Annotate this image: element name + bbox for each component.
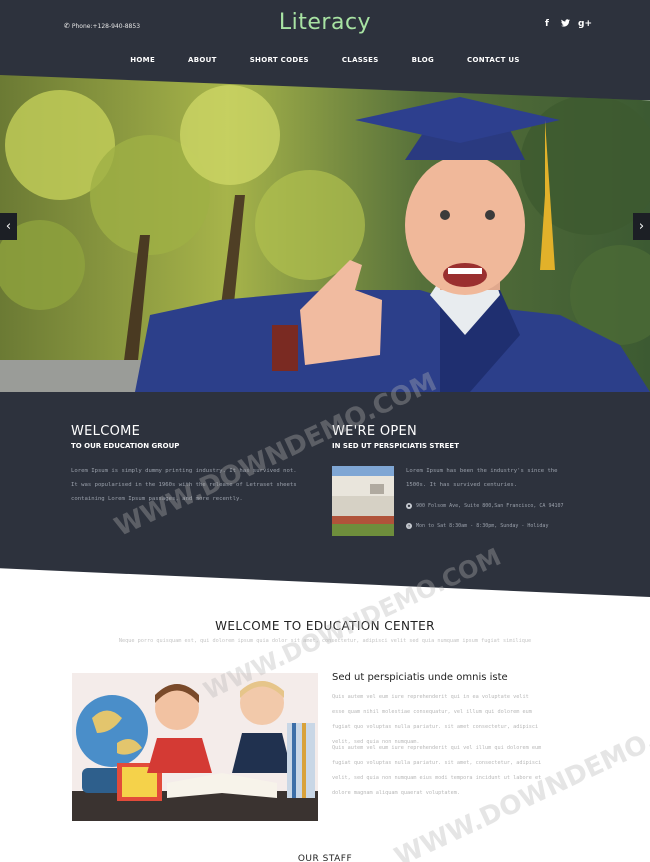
nav-blog[interactable]: BLOG [412, 56, 434, 64]
paragraph-line: Quis autem vel eum iure reprehenderit qu… [332, 745, 542, 751]
facebook-icon[interactable]: f [542, 19, 552, 30]
open-subtitle: IN SED UT PERSPICIATIS STREET [332, 442, 459, 450]
open-text: Lorem Ipsum has been the industry's sinc… [406, 464, 558, 492]
section-subtitle: Neque porro quisquam est, qui dolorem ip… [118, 638, 532, 644]
paragraph-line: dolore magnam aliquam quaerat voluptatem… [332, 790, 461, 796]
welcome-line: It was popularised in the 1960s with the… [71, 482, 297, 488]
hero-slider [0, 75, 650, 392]
twitter-icon[interactable] [560, 19, 570, 30]
hours-row: ◷ Mon to Sat 8:30am - 8:30pm, Sunday - H… [406, 523, 548, 529]
kids-reading-image [72, 673, 318, 821]
nav-home[interactable]: HOME [130, 56, 155, 64]
address-text: 900 Folsom Ave, Suite 800,San Francisco,… [416, 503, 564, 509]
nav-short-codes[interactable]: SHORT CODES [250, 56, 309, 64]
welcome-line: Lorem Ipsum is simply dummy printing ind… [71, 468, 297, 474]
social-links: f g+ [542, 19, 592, 30]
paragraph-line: esse quam nihil molestiae consequatur, v… [332, 709, 532, 715]
welcome-line: containing Lorem Ipsum passages, and mor… [71, 496, 243, 502]
paragraph-line: velit, sed quia non numquam eius modi te… [332, 775, 542, 781]
slider-next-arrow[interactable]: › [633, 213, 650, 240]
paragraph-line: fugiat quo voluptas nulla pariatur. sit … [332, 760, 542, 766]
google-plus-icon[interactable]: g+ [578, 19, 592, 30]
open-title: WE'RE OPEN [332, 424, 418, 439]
building-photo [332, 466, 394, 536]
feature-title: Sed ut perspiciatis unde omnis iste [332, 672, 508, 683]
welcome-title: WELCOME [71, 424, 141, 439]
slider-prev-arrow[interactable]: ‹ [0, 213, 17, 240]
map-marker-icon: ● [406, 503, 412, 509]
hours-text: Mon to Sat 8:30am - 8:30pm, Sunday - Hol… [416, 523, 549, 529]
welcome-subtitle: TO OUR EDUCATION GROUP [71, 442, 180, 450]
main-nav: HOME ABOUT SHORT CODES CLASSES BLOG CONT… [0, 56, 650, 64]
open-line: Lorem Ipsum has been the industry's sinc… [406, 468, 558, 474]
nav-classes[interactable]: CLASSES [342, 56, 379, 64]
hero-image [0, 75, 650, 392]
paragraph-line: Quis autem vel eum iure reprehenderit qu… [332, 694, 529, 700]
nav-about[interactable]: ABOUT [188, 56, 217, 64]
clock-icon: ◷ [406, 523, 412, 529]
welcome-text: Lorem Ipsum is simply dummy printing ind… [71, 464, 297, 506]
open-line: 1500s. It has survived centuries. [406, 482, 518, 488]
staff-section-title: OUR STAFF [297, 854, 353, 862]
nav-contact-us[interactable]: CONTACT US [467, 56, 520, 64]
address-row: ● 900 Folsom Ave, Suite 800,San Francisc… [406, 503, 564, 509]
feature-paragraph-2: Quis autem vel eum iure reprehenderit qu… [332, 741, 582, 801]
paragraph-line: fugiat quo voluptas nulla pariatur. sit … [332, 724, 539, 730]
section-title: WELCOME TO EDUCATION CENTER [215, 619, 435, 633]
